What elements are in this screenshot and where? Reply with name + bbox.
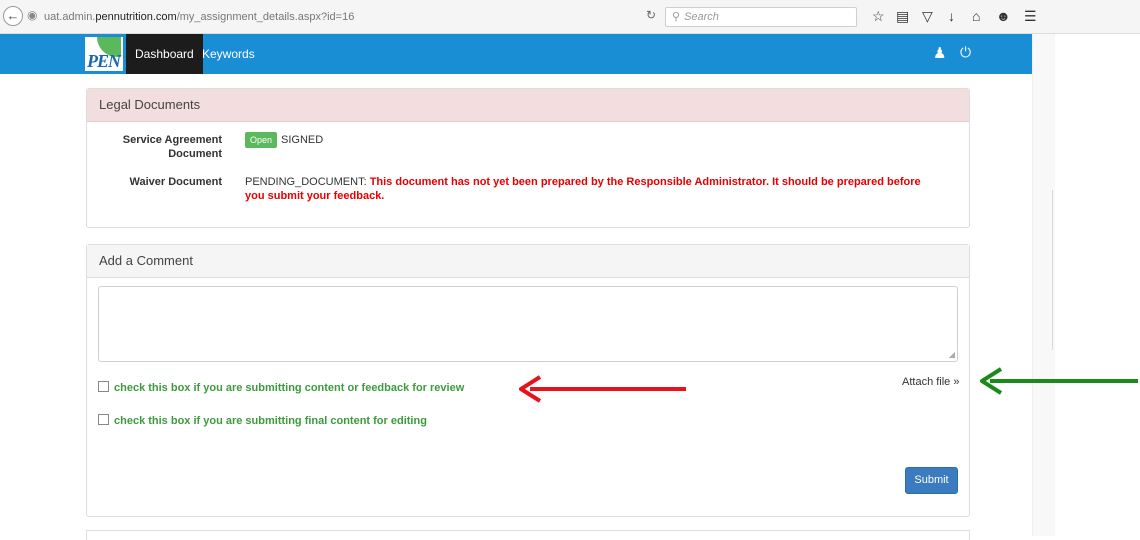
- pending-status: PENDING_DOCUMENT:: [245, 176, 367, 188]
- legal-documents-title: Legal Documents: [87, 89, 969, 122]
- bookmarks-list-icon[interactable]: ▤: [896, 8, 909, 24]
- pocket-icon[interactable]: ▽: [922, 8, 933, 24]
- search-placeholder: Search: [684, 11, 719, 23]
- next-panel-edge: [86, 530, 970, 540]
- resize-grip-icon[interactable]: ◢: [949, 351, 955, 359]
- url-path: /my_assignment_details.aspx?id=16: [176, 11, 355, 23]
- waiver-line1: PENDING_DOCUMENT: This document has not …: [245, 175, 960, 189]
- logo-text: PEN: [87, 51, 121, 71]
- review-checkbox-row[interactable]: check this box if you are submitting con…: [98, 381, 464, 395]
- url-prefix: uat.admin.: [44, 11, 96, 23]
- browser-search-input[interactable]: ⚲ Search: [665, 7, 857, 27]
- search-icon: ⚲: [672, 11, 681, 23]
- menu-icon[interactable]: ☰: [1024, 8, 1037, 24]
- final-checkbox-row[interactable]: check this box if you are submitting fin…: [98, 414, 427, 428]
- download-icon[interactable]: ↓: [948, 8, 955, 24]
- add-comment-title: Add a Comment: [87, 245, 969, 278]
- home-icon[interactable]: ⌂: [972, 8, 980, 24]
- site-identity-icon[interactable]: ◉: [27, 8, 37, 22]
- waiver-document-value: PENDING_DOCUMENT: This document has not …: [245, 175, 960, 203]
- url-host: pennutrition.com: [95, 11, 177, 23]
- service-agreement-value: Open SIGNED: [245, 132, 323, 148]
- green-arrow-icon: [980, 367, 1138, 395]
- service-agreement-label-line1: Service Agreement: [122, 134, 222, 146]
- reload-icon[interactable]: ↻: [646, 8, 656, 22]
- pen-logo[interactable]: PEN: [85, 37, 123, 71]
- nav-tab-dashboard[interactable]: Dashboard: [126, 34, 203, 74]
- waiver-warning-line1: This document has not yet been prepared …: [369, 176, 921, 188]
- waiver-document-label: Waiver Document: [129, 176, 222, 188]
- review-checkbox[interactable]: [98, 381, 109, 392]
- side-divider: [1052, 190, 1053, 350]
- service-agreement-label-line2: Document: [168, 148, 222, 160]
- comment-textarea[interactable]: ◢: [98, 286, 958, 362]
- service-agreement-label: Service Agreement Document: [92, 133, 222, 161]
- address-bar[interactable]: uat.admin.pennutrition.com/my_assignment…: [44, 8, 658, 26]
- submit-button[interactable]: Submit: [905, 467, 958, 494]
- final-checkbox-label: check this box if you are submitting fin…: [114, 415, 427, 427]
- nav-tab-keywords[interactable]: Keywords: [202, 34, 255, 74]
- review-checkbox-label: check this box if you are submitting con…: [114, 382, 465, 394]
- app-navbar: PEN Dashboard Keywords ♟ ⏻: [0, 34, 1032, 74]
- bookmark-star-icon[interactable]: ☆: [872, 8, 885, 24]
- attach-file-link[interactable]: Attach file »: [902, 376, 959, 388]
- chat-icon[interactable]: ☻: [996, 8, 1011, 24]
- power-icon[interactable]: ⏻: [960, 44, 971, 61]
- user-icon[interactable]: ♟: [933, 44, 946, 62]
- waiver-warning-line2: you submit your feedback.: [245, 190, 385, 202]
- signed-status: SIGNED: [281, 133, 324, 146]
- browser-toolbar: ← ◉ uat.admin.pennutrition.com/my_assign…: [0, 0, 1140, 34]
- back-arrow-icon[interactable]: ←: [3, 6, 23, 26]
- final-checkbox[interactable]: [98, 414, 109, 425]
- open-document-button[interactable]: Open: [245, 132, 278, 148]
